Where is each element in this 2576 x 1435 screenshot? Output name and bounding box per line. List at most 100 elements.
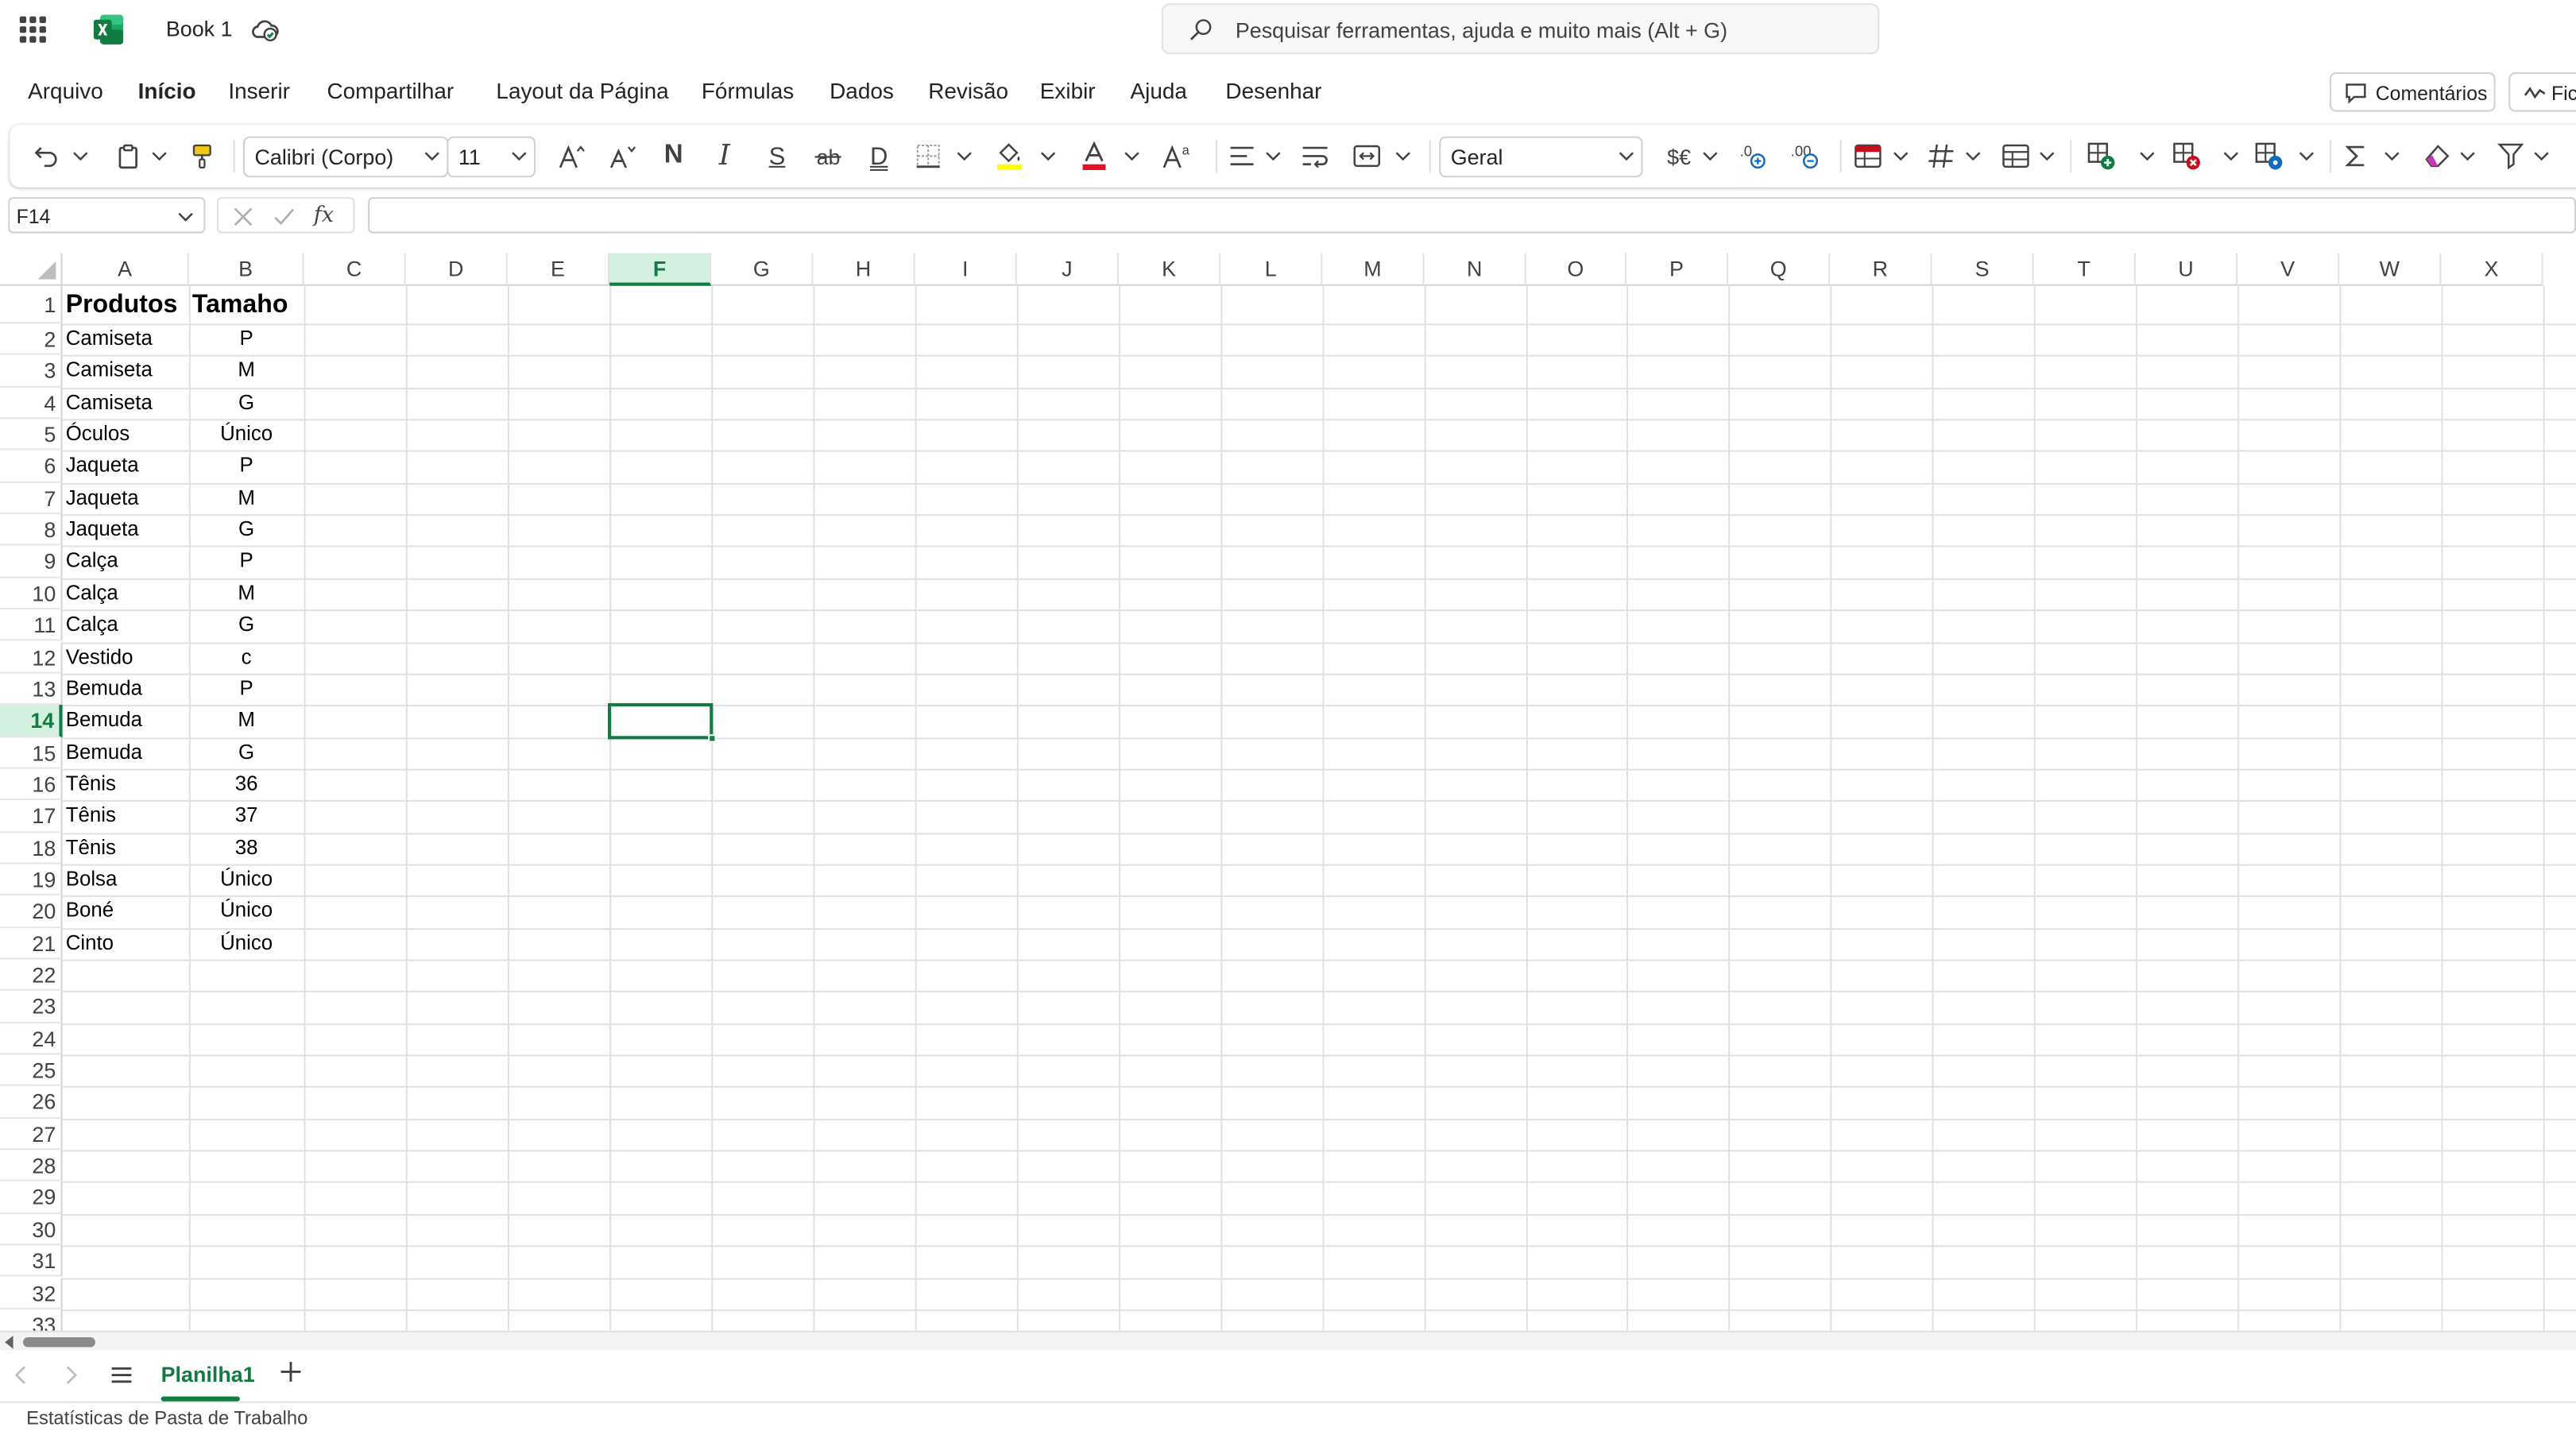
search-box[interactable]: Pesquisar ferramentas, ajuda e muito mai… bbox=[1161, 3, 1880, 55]
cell-b18[interactable]: 38 bbox=[192, 832, 300, 864]
cell-b12[interactable]: c bbox=[192, 641, 300, 673]
row-header-33[interactable]: 33 bbox=[0, 1309, 63, 1331]
tab-arquivo[interactable]: Arquivo bbox=[28, 79, 103, 103]
comments-button[interactable]: Comentários bbox=[2329, 72, 2496, 112]
column-header-g[interactable]: G bbox=[711, 253, 814, 286]
active-cell-f14[interactable] bbox=[608, 703, 717, 742]
row-header-14[interactable]: 14 bbox=[0, 705, 63, 737]
cell-b21[interactable]: Único bbox=[192, 927, 300, 959]
row-header-21[interactable]: 21 bbox=[0, 927, 63, 960]
cell-a12[interactable]: Vestido bbox=[66, 641, 186, 673]
borders-button[interactable] bbox=[912, 125, 945, 188]
column-header-p[interactable]: P bbox=[1626, 253, 1729, 286]
format-painter-button[interactable] bbox=[186, 125, 219, 188]
app-launcher-icon[interactable] bbox=[19, 16, 46, 43]
wrap-text-button[interactable] bbox=[1299, 125, 1332, 188]
increase-decimal-button[interactable]: .0 bbox=[1735, 125, 1770, 188]
clear-dropdown[interactable] bbox=[2458, 125, 2477, 188]
column-header-w[interactable]: W bbox=[2339, 253, 2442, 286]
row-header-30[interactable]: 30 bbox=[0, 1213, 63, 1246]
align-dropdown[interactable] bbox=[1263, 125, 1283, 188]
autosum-dropdown[interactable] bbox=[2382, 125, 2402, 188]
row-header-9[interactable]: 9 bbox=[0, 546, 63, 578]
number-format-select[interactable]: Geral bbox=[1439, 136, 1643, 178]
font-name-select[interactable]: Calibri (Corpo) bbox=[243, 136, 449, 178]
font-size-select[interactable]: 11 bbox=[447, 136, 536, 178]
bold-button[interactable]: N bbox=[656, 125, 691, 188]
tab-inicio[interactable]: Início bbox=[138, 79, 196, 103]
chevron-left-icon[interactable] bbox=[10, 1363, 33, 1387]
tab-exibir[interactable]: Exibir bbox=[1040, 79, 1096, 103]
column-header-a[interactable]: A bbox=[62, 253, 189, 286]
borders-dropdown[interactable] bbox=[954, 125, 974, 188]
column-header-h[interactable]: H bbox=[813, 253, 915, 286]
column-header-q[interactable]: Q bbox=[1728, 253, 1831, 286]
row-header-8[interactable]: 8 bbox=[0, 514, 63, 547]
paste-dropdown[interactable] bbox=[149, 125, 169, 188]
scroll-left-icon[interactable] bbox=[5, 1335, 14, 1349]
column-header-t[interactable]: T bbox=[2033, 253, 2136, 286]
row-header-1[interactable]: 1 bbox=[0, 285, 63, 324]
autosum-button[interactable] bbox=[2338, 125, 2373, 188]
column-header-f[interactable]: F bbox=[609, 253, 712, 286]
cell-b6[interactable]: P bbox=[192, 451, 300, 482]
cell-a8[interactable]: Jaqueta bbox=[66, 514, 186, 546]
row-header-23[interactable]: 23 bbox=[0, 991, 63, 1023]
chevron-right-icon[interactable] bbox=[59, 1363, 82, 1387]
undo-dropdown[interactable] bbox=[71, 125, 91, 188]
conditional-format-button[interactable] bbox=[1850, 125, 1886, 188]
tab-formulas[interactable]: Fórmulas bbox=[702, 79, 794, 103]
excel-logo-icon[interactable] bbox=[92, 14, 125, 46]
cell-b2[interactable]: P bbox=[192, 323, 300, 355]
cell-b3[interactable]: M bbox=[192, 355, 300, 387]
tab-compartilhar[interactable]: Compartilhar bbox=[327, 79, 454, 103]
merge-button[interactable] bbox=[1348, 125, 1384, 188]
row-header-4[interactable]: 4 bbox=[0, 387, 63, 420]
paste-button[interactable] bbox=[112, 125, 145, 188]
row-header-20[interactable]: 20 bbox=[0, 895, 63, 928]
cell-b14[interactable]: M bbox=[192, 705, 300, 737]
cell-b16[interactable]: 36 bbox=[192, 768, 300, 800]
sheet-tab-planilha1[interactable]: Planilha1 bbox=[151, 1351, 255, 1403]
cell-a15[interactable]: Bemuda bbox=[66, 737, 186, 768]
cell-a21[interactable]: Cinto bbox=[66, 927, 186, 959]
row-header-16[interactable]: 16 bbox=[0, 768, 63, 801]
row-header-26[interactable]: 26 bbox=[0, 1086, 63, 1119]
row-header-13[interactable]: 13 bbox=[0, 673, 63, 706]
row-header-6[interactable]: 6 bbox=[0, 451, 63, 483]
format-table-button[interactable] bbox=[1998, 125, 2033, 188]
column-header-e[interactable]: E bbox=[507, 253, 610, 286]
row-header-28[interactable]: 28 bbox=[0, 1150, 63, 1182]
number-format-button[interactable] bbox=[1924, 125, 1959, 188]
currency-button[interactable]: $€ bbox=[1659, 125, 1699, 188]
cell-b20[interactable]: Único bbox=[192, 895, 300, 927]
row-header-7[interactable]: 7 bbox=[0, 482, 63, 515]
column-header-r[interactable]: R bbox=[1830, 253, 1932, 286]
cell-a18[interactable]: Tênis bbox=[66, 832, 186, 864]
increase-font-button[interactable] bbox=[554, 125, 590, 188]
delete-cells-dropdown[interactable] bbox=[2221, 125, 2241, 188]
column-header-u[interactable]: U bbox=[2135, 253, 2238, 286]
scrollbar-thumb[interactable] bbox=[22, 1337, 95, 1348]
cell-a10[interactable]: Calça bbox=[66, 578, 186, 609]
row-header-32[interactable]: 32 bbox=[0, 1277, 63, 1309]
cancel-icon[interactable] bbox=[232, 205, 255, 228]
column-header-b[interactable]: B bbox=[188, 253, 304, 286]
document-title[interactable]: Book 1 bbox=[166, 17, 233, 41]
cell-b17[interactable]: 37 bbox=[192, 800, 300, 832]
row-header-31[interactable]: 31 bbox=[0, 1245, 63, 1278]
cell-b1[interactable]: Tamaho bbox=[192, 286, 300, 324]
column-header-o[interactable]: O bbox=[1526, 253, 1626, 286]
cell-b5[interactable]: Único bbox=[192, 419, 300, 451]
row-header-22[interactable]: 22 bbox=[0, 959, 63, 992]
font-color-button[interactable] bbox=[1077, 125, 1110, 188]
row-header-18[interactable]: 18 bbox=[0, 832, 63, 864]
cell-b8[interactable]: G bbox=[192, 514, 300, 546]
row-header-11[interactable]: 11 bbox=[0, 609, 63, 642]
column-header-c[interactable]: C bbox=[304, 253, 406, 286]
cell-a11[interactable]: Calça bbox=[66, 609, 186, 641]
row-header-25[interactable]: 25 bbox=[0, 1054, 63, 1087]
cell-a19[interactable]: Bolsa bbox=[66, 864, 186, 895]
cell-a20[interactable]: Boné bbox=[66, 895, 186, 927]
number-format-dropdown[interactable] bbox=[1963, 125, 1983, 188]
